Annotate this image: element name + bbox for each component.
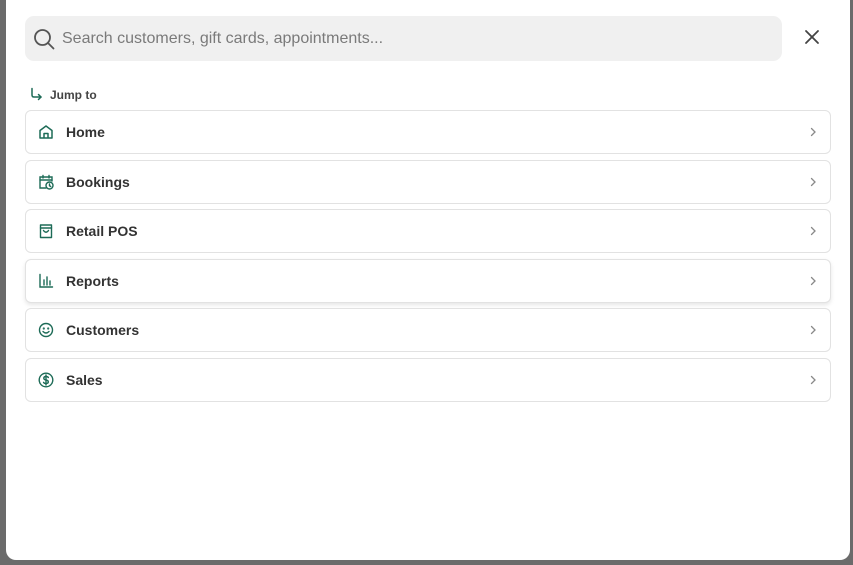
home-icon [37,123,55,141]
jump-to-label: Jump to [50,88,97,102]
search-row [25,16,838,61]
search-input[interactable] [62,16,762,61]
close-icon [804,29,820,50]
nav-item-label: Reports [66,272,119,289]
chevron-right-icon [808,226,818,236]
corner-arrow-icon [29,87,43,104]
smiley-icon [37,321,55,339]
search-icon [33,28,55,50]
nav-item-label: Retail POS [66,223,138,240]
nav-item-home[interactable]: Home [25,110,831,154]
shopping-bag-icon [37,222,55,240]
nav-item-label: Customers [66,322,140,339]
nav-item-reports[interactable]: Reports [25,258,831,303]
nav-item-retail-pos[interactable]: Retail POS [25,209,831,254]
calendar-clock-icon [37,173,55,191]
chevron-right-icon [808,325,818,335]
nav-list: Home Bookings Retail POS Reports Custome… [25,110,831,408]
chevron-right-icon [808,276,818,286]
bar-chart-icon [37,272,55,290]
chevron-right-icon [808,177,818,187]
jump-to-heading: Jump to [29,86,97,104]
nav-item-customers[interactable]: Customers [25,308,831,353]
close-button[interactable] [799,26,825,52]
dollar-circle-icon [37,371,55,389]
chevron-right-icon [808,375,818,385]
nav-item-label: Home [66,124,105,140]
nav-item-sales[interactable]: Sales [25,357,831,402]
chevron-right-icon [808,127,818,137]
nav-item-label: Sales [66,371,103,388]
nav-item-label: Bookings [66,173,130,190]
search-box[interactable] [25,16,782,61]
nav-item-bookings[interactable]: Bookings [25,159,831,204]
command-palette-modal: Jump to Home [6,0,850,560]
